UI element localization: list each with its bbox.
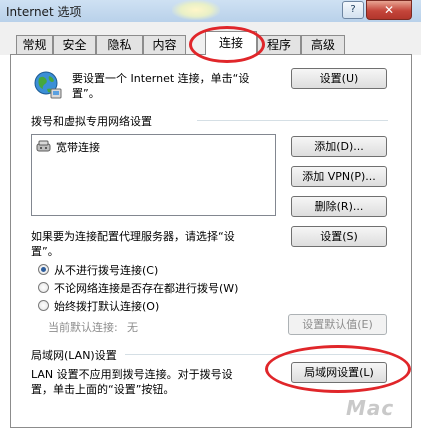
radio-never-dial-label[interactable]: 从不进行拨号连接(C): [54, 262, 158, 278]
watermark-text: Mac: [346, 396, 395, 420]
set-default-button[interactable]: 设置默认值(E): [288, 314, 387, 335]
radio-always-dial-default-label[interactable]: 始终拨打默认连接(O): [54, 298, 159, 314]
add-vpn-button[interactable]: 添加 VPN(P)...: [291, 166, 387, 187]
setup-description-line2: 置”。: [72, 87, 100, 100]
tab-security[interactable]: 安全: [53, 35, 96, 54]
title-bar-decoration: [172, 0, 220, 20]
dialup-divider: [197, 120, 388, 121]
current-default-value: 无: [127, 321, 138, 334]
tab-advanced[interactable]: 高级: [301, 35, 345, 54]
close-button[interactable]: ✕: [366, 0, 412, 20]
lan-section-header: 局域网(LAN)设置: [31, 349, 117, 362]
radio-dial-whenever-label[interactable]: 不论网络连接是否存在都进行拨号(W): [54, 280, 238, 296]
lan-description-line1: LAN 设置不应用到拨号连接。对于拨号设: [31, 368, 233, 381]
highlight-oval-lan: [265, 345, 411, 393]
tab-content[interactable]: 内容: [143, 35, 186, 54]
setup-button[interactable]: 设置(U): [291, 68, 387, 89]
current-default-label: 当前默认连接:: [48, 321, 118, 334]
radio-always-dial-default[interactable]: [38, 300, 49, 311]
dialup-connection-icon: [36, 139, 52, 153]
highlight-oval-tab: [189, 26, 265, 63]
lan-description-line2: 置，单击上面的“设置”按钮。: [31, 383, 175, 396]
proxy-description-line2: 置”。: [31, 245, 59, 258]
remove-button[interactable]: 删除(R)...: [291, 196, 387, 217]
setup-description-line1: 要设置一个 Internet 连接，单击“设: [72, 72, 250, 85]
help-button[interactable]: ?: [342, 1, 364, 19]
tab-general[interactable]: 常规: [16, 35, 53, 54]
add-button[interactable]: 添加(D)...: [291, 136, 387, 157]
dialup-section-header: 拨号和虚拟专用网络设置: [31, 115, 152, 128]
radio-never-dial[interactable]: [38, 264, 49, 275]
globe-icon: [31, 69, 63, 101]
window-title: Internet 选项: [6, 5, 82, 19]
proxy-description-line1: 如果要为连接配置代理服务器，请选择“设: [31, 230, 235, 243]
list-item[interactable]: 宽带连接: [56, 139, 100, 155]
radio-dial-whenever[interactable]: [38, 282, 49, 293]
proxy-settings-button[interactable]: 设置(S): [291, 226, 387, 247]
tab-privacy[interactable]: 隐私: [96, 35, 143, 54]
